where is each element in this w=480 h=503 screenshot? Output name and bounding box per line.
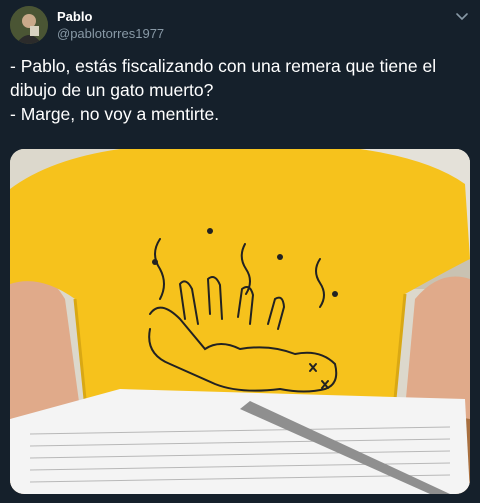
avatar[interactable] xyxy=(10,6,48,44)
author-handle[interactable]: @pablotorres1977 xyxy=(57,26,164,41)
chevron-down-icon[interactable] xyxy=(454,8,470,24)
tweet-header: Pablo @pablotorres1977 xyxy=(10,6,470,46)
photo-scene xyxy=(10,149,470,494)
tweet-text: - Pablo, estás fiscalizando con una reme… xyxy=(10,54,470,126)
author-name[interactable]: Pablo xyxy=(57,9,92,24)
tweet-text-line: - Marge, no voy a mentirte. xyxy=(10,104,220,124)
tweet-text-line: - Pablo, estás fiscalizando con una reme… xyxy=(10,56,437,76)
tweet-text-line: dibujo de un gato muerto? xyxy=(10,80,214,100)
tweet-card: Pablo @pablotorres1977 - Pablo, estás fi… xyxy=(0,0,480,503)
avatar-image xyxy=(10,6,48,44)
tweet-photo[interactable] xyxy=(10,149,470,494)
